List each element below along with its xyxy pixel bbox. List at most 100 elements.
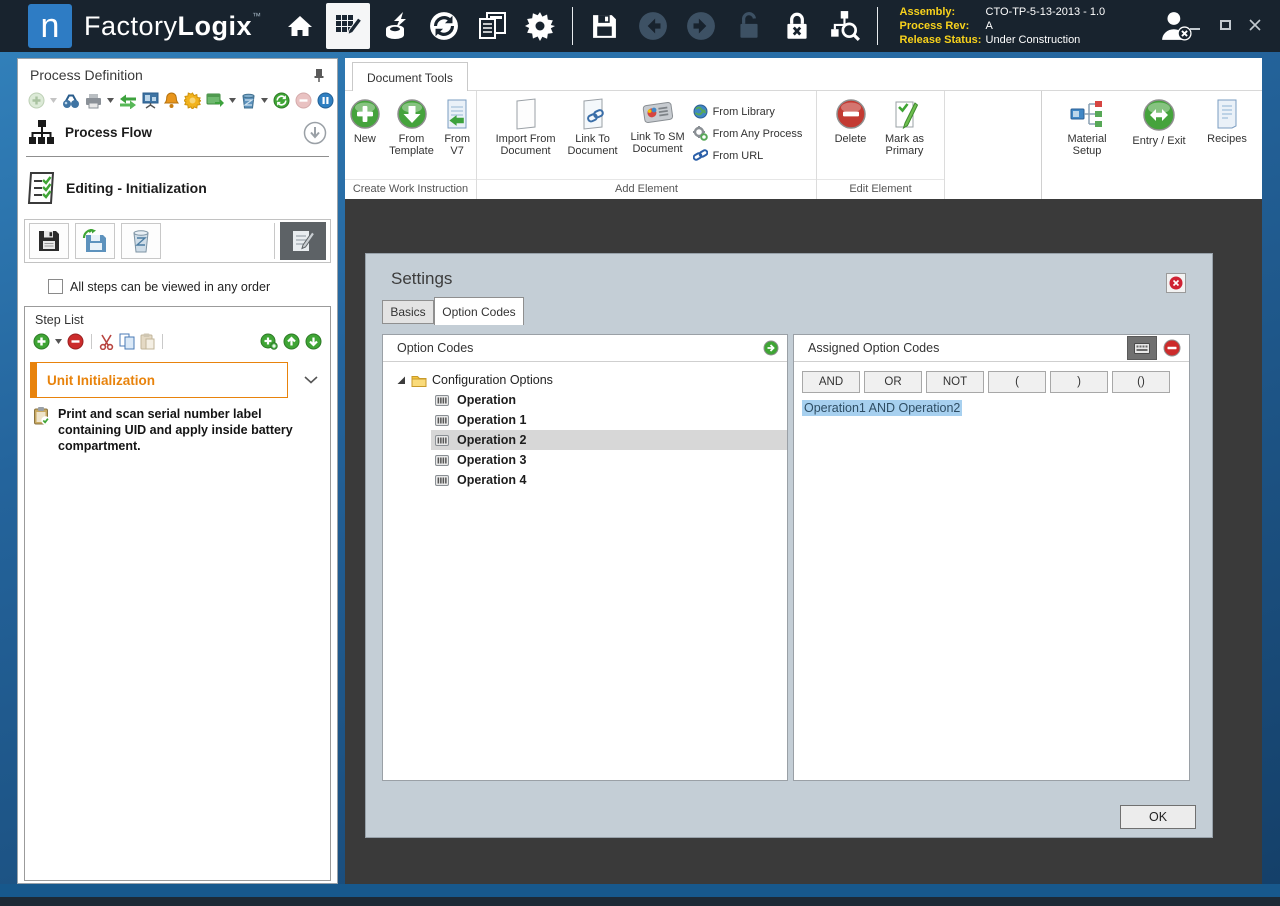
process-tools-panel: Material Setup Entry / Exit Recipes — [1041, 91, 1262, 199]
remove-assigned-icon[interactable] — [1163, 339, 1181, 357]
sync-icon[interactable] — [422, 3, 466, 49]
new-button[interactable]: New — [345, 96, 385, 179]
tab-basics[interactable]: Basics — [382, 300, 434, 324]
assembly-value: CTO-TP-5-13-2013 - 1.0 — [986, 5, 1106, 19]
open-paren-button[interactable]: ( — [988, 371, 1046, 393]
process-flow-row[interactable]: Process Flow — [18, 113, 337, 154]
delete-element-button[interactable]: Delete — [827, 96, 875, 179]
cut-icon[interactable] — [99, 334, 114, 350]
lock-x-icon[interactable] — [775, 3, 819, 49]
from-any-process-button[interactable]: From Any Process — [693, 126, 803, 141]
export-caret-icon[interactable] — [229, 98, 236, 103]
tree-node-operation-4[interactable]: Operation 4 — [431, 470, 787, 490]
tab-option-codes[interactable]: Option Codes — [434, 297, 524, 325]
tree-item-label: Operation — [457, 393, 516, 407]
brand-factory: Factory — [84, 11, 178, 41]
add-process-caret-icon[interactable] — [50, 98, 57, 103]
link-to-sm-document-button[interactable]: Link To SM Document — [625, 96, 691, 179]
process-flow-label: Process Flow — [65, 125, 303, 140]
divider — [26, 156, 329, 157]
remove-process-icon[interactable] — [295, 92, 312, 109]
documents-icon[interactable] — [470, 3, 514, 49]
recipes-button[interactable]: Recipes — [1202, 96, 1252, 199]
collapse-circle-icon[interactable] — [303, 121, 327, 145]
remove-step-icon[interactable] — [67, 333, 84, 350]
back-icon[interactable] — [631, 3, 675, 49]
expression-area[interactable]: Operation1 AND Operation2 — [802, 401, 1189, 415]
keypad-toggle-button[interactable] — [1127, 336, 1157, 360]
import-save-button[interactable] — [75, 223, 115, 259]
print-caret-icon[interactable] — [107, 98, 114, 103]
material-setup-button[interactable]: Material Setup — [1058, 96, 1116, 199]
option-codes-tree: Configuration Options Operation Operatio… — [383, 362, 787, 490]
option-code-icon — [435, 435, 449, 446]
maximize-button[interactable] — [1218, 18, 1232, 32]
home-icon[interactable] — [278, 3, 322, 49]
save-step-button[interactable] — [29, 223, 69, 259]
tab-document-tools[interactable]: Document Tools — [352, 62, 468, 92]
find-icon[interactable] — [62, 93, 80, 109]
from-url-button[interactable]: From URL — [693, 148, 803, 163]
save-icon[interactable] — [583, 3, 627, 49]
refresh-icon[interactable] — [273, 92, 290, 109]
and-button[interactable]: AND — [802, 371, 860, 393]
forward-icon[interactable] — [679, 3, 723, 49]
group-label-edit: Edit Element — [817, 179, 944, 199]
tree-node-configuration-options[interactable]: Configuration Options — [383, 370, 787, 390]
any-order-checkbox[interactable] — [48, 279, 63, 294]
edit-mode-button[interactable] — [280, 222, 326, 260]
paste-icon[interactable] — [140, 333, 155, 350]
add-step-icon[interactable] — [33, 333, 50, 350]
editing-label: Editing - Initialization — [66, 180, 207, 196]
or-button[interactable]: OR — [864, 371, 922, 393]
link-to-document-label: Link To Document — [561, 133, 625, 157]
chevron-down-icon[interactable] — [304, 376, 318, 384]
entry-exit-label: Entry / Exit — [1132, 135, 1185, 147]
tree-node-operation-3[interactable]: Operation 3 — [431, 450, 787, 470]
export-window-icon[interactable] — [206, 93, 224, 108]
gear-star-icon[interactable] — [184, 92, 201, 109]
copy-icon[interactable] — [119, 333, 135, 350]
ok-button[interactable]: OK — [1120, 805, 1196, 829]
not-button[interactable]: NOT — [926, 371, 984, 393]
import-from-document-button[interactable]: Import From Document — [491, 96, 561, 179]
unlock-icon[interactable] — [727, 3, 771, 49]
entry-exit-button[interactable]: Entry / Exit — [1126, 96, 1192, 199]
option-codes-panel: Option Codes Configuration Options Opera… — [382, 334, 788, 781]
dialog-close-button[interactable] — [1166, 273, 1186, 293]
mark-as-primary-button[interactable]: Mark as Primary — [875, 96, 935, 179]
tree-node-operation-2[interactable]: Operation 2 — [431, 430, 787, 450]
step-item[interactable]: Unit Initialization — [30, 362, 322, 398]
import-data-icon[interactable] — [374, 3, 418, 49]
delete-step-button[interactable] — [121, 223, 161, 259]
assign-option-icon[interactable] — [763, 340, 779, 356]
paren-pair-button[interactable]: () — [1112, 371, 1170, 393]
pin-icon[interactable] — [313, 68, 325, 83]
print-icon[interactable] — [85, 93, 102, 109]
tree-node-operation-1[interactable]: Operation 1 — [431, 410, 787, 430]
from-library-button[interactable]: From Library — [693, 104, 803, 119]
insert-step-icon[interactable] — [260, 333, 278, 350]
work-instructions-icon[interactable] — [326, 3, 370, 49]
move-down-icon[interactable] — [305, 333, 322, 350]
close-button[interactable] — [1248, 18, 1262, 32]
tree-node-operation[interactable]: Operation — [431, 390, 787, 410]
presentation-icon[interactable] — [142, 92, 159, 109]
mark-as-primary-label: Mark as Primary — [875, 133, 935, 157]
close-paren-button[interactable]: ) — [1050, 371, 1108, 393]
from-template-button[interactable]: From Template — [385, 96, 439, 179]
swap-steps-icon[interactable] — [119, 93, 137, 109]
link-to-document-button[interactable]: Link To Document — [561, 96, 625, 179]
move-up-icon[interactable] — [283, 333, 300, 350]
recycle-caret-icon[interactable] — [261, 98, 268, 103]
settings-gear-icon[interactable] — [518, 3, 562, 49]
from-v7-button[interactable]: From V7 — [438, 96, 476, 179]
step-toolbar-separator-2 — [162, 334, 163, 349]
recycle-icon[interactable] — [241, 92, 256, 109]
bell-icon[interactable] — [164, 92, 179, 109]
minimize-button[interactable] — [1188, 18, 1202, 32]
pause-icon[interactable] — [317, 92, 334, 109]
add-step-caret-icon[interactable] — [55, 339, 62, 344]
add-process-icon[interactable] — [28, 92, 45, 109]
process-search-icon[interactable] — [823, 3, 867, 49]
